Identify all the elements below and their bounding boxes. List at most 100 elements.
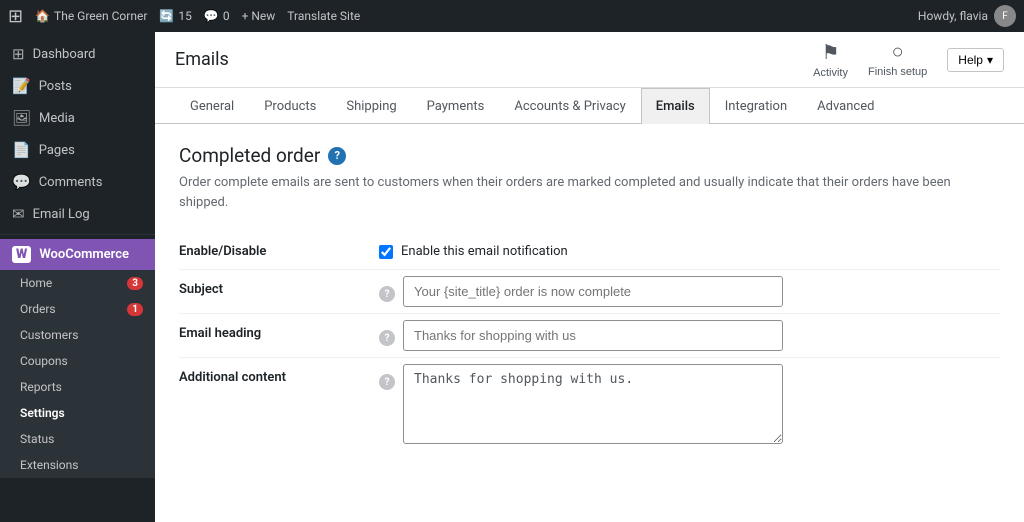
sidebar-item-comments[interactable]: 💬 Comments [0,166,155,198]
settings-label: Settings [20,406,65,420]
sidebar-item-home[interactable]: Home 3 [0,270,155,296]
sidebar-item-extensions[interactable]: Extensions [0,452,155,478]
field-cell-subject: ? [379,270,1000,314]
comments-count: 0 [223,9,230,23]
sidebar-item-reports[interactable]: Reports [0,374,155,400]
tab-general[interactable]: General [175,88,249,124]
wp-logo-icon[interactable]: ⊞ [8,6,23,27]
orders-badge: 1 [127,303,143,316]
section-title: Completed order ? [179,144,1000,167]
sidebar-item-media[interactable]: 🖼 Media [0,102,155,134]
new-link[interactable]: + New [242,9,276,23]
activity-icon: ⚑ [822,40,840,65]
updates-icon: 🔄 [159,9,174,23]
enable-email-checkbox[interactable] [379,245,393,259]
translate-label: Translate Site [287,9,360,23]
finish-setup-button[interactable]: ○ Finish setup [868,41,927,78]
tab-integration[interactable]: Integration [710,88,802,124]
section-description: Order complete emails are sent to custom… [179,173,1000,212]
sidebar: ⊞ Dashboard 📝 Posts 🖼 Media 📄 Pages 💬 Co… [0,32,155,522]
table-row: Subject ? [179,270,1000,314]
avatar[interactable]: F [994,5,1016,27]
comments-link[interactable]: 💬 0 [204,9,230,23]
subject-help-tip[interactable]: ? [379,286,395,302]
comments-icon: 💬 [204,9,219,23]
media-icon: 🖼 [12,109,31,127]
field-label-additional-content: Additional content [179,358,379,451]
sidebar-item-label: Media [39,111,75,126]
tab-shipping[interactable]: Shipping [331,88,411,124]
field-cell-email-heading: ? [379,314,1000,358]
email-heading-input[interactable] [403,320,783,351]
posts-icon: 📝 [12,77,31,95]
field-label-email-heading: Email heading [179,314,379,358]
orders-label: Orders [20,302,56,316]
section-title-text: Completed order [179,144,320,167]
tab-accounts-privacy[interactable]: Accounts & Privacy [499,88,640,124]
main-content: Emails ⚑ Activity ○ Finish setup Help ▾ … [155,32,1024,522]
site-name-link[interactable]: 🏠 The Green Corner [35,9,147,23]
reports-label: Reports [20,380,62,394]
comments-icon: 💬 [12,173,31,191]
activity-button[interactable]: ⚑ Activity [813,40,848,79]
sidebar-item-customers[interactable]: Customers [0,322,155,348]
tab-emails[interactable]: Emails [641,88,710,124]
enable-checkbox-row: Enable this email notification [379,238,1000,259]
customers-label: Customers [20,328,78,342]
email-heading-help-tip[interactable]: ? [379,330,395,346]
woo-label: WooCommerce [39,247,129,262]
settings-tabs: General Products Shipping Payments Accou… [155,88,1024,124]
woo-submenu: Home 3 Orders 1 Customers Coupons Report… [0,270,155,478]
finish-setup-label: Finish setup [868,66,927,78]
sidebar-item-email-log[interactable]: ✉ Email Log [0,198,155,230]
updates-count: 15 [178,9,192,23]
table-row: Additional content ? Thanks for shopping… [179,358,1000,451]
sidebar-item-posts[interactable]: 📝 Posts [0,70,155,102]
updates-link[interactable]: 🔄 15 [159,9,191,23]
site-name: The Green Corner [54,9,147,23]
pages-icon: 📄 [12,141,31,159]
sidebar-item-label: Posts [39,79,72,94]
finish-setup-icon: ○ [892,41,904,64]
help-label: Help [958,53,983,67]
new-label: + New [242,9,276,23]
translate-link[interactable]: Translate Site [287,9,360,23]
email-log-icon: ✉ [12,205,25,223]
sidebar-item-label: Email Log [33,207,90,222]
sidebar-item-label: Comments [39,175,103,190]
sidebar-item-label: Dashboard [33,47,96,62]
admin-bar: ⊞ 🏠 The Green Corner 🔄 15 💬 0 + New Tran… [0,0,1024,32]
tab-payments[interactable]: Payments [412,88,500,124]
sidebar-item-settings[interactable]: Settings [0,400,155,426]
settings-table: Enable/Disable Enable this email notific… [179,232,1000,450]
enable-email-label: Enable this email notification [401,244,568,259]
page-title: Emails [175,49,229,70]
additional-content-help-tip[interactable]: ? [379,374,395,390]
status-label: Status [20,432,54,446]
info-icon[interactable]: ? [328,147,346,165]
tab-advanced[interactable]: Advanced [802,88,889,124]
home-badge: 3 [127,277,143,290]
site-home-icon: 🏠 [35,9,50,23]
additional-content-textarea[interactable]: Thanks for shopping with us. [403,364,783,444]
sidebar-item-label: Pages [39,143,75,158]
content-header: Emails ⚑ Activity ○ Finish setup Help ▾ [155,32,1024,88]
sidebar-item-coupons[interactable]: Coupons [0,348,155,374]
help-button[interactable]: Help ▾ [947,48,1004,72]
field-cell-enable: Enable this email notification [379,232,1000,270]
extensions-label: Extensions [20,458,78,472]
activity-label: Activity [813,67,848,79]
tab-products[interactable]: Products [249,88,331,124]
chevron-down-icon: ▾ [987,53,993,67]
table-row: Enable/Disable Enable this email notific… [179,232,1000,270]
howdy-text: Howdy, flavia [918,9,988,23]
sidebar-item-dashboard[interactable]: ⊞ Dashboard [0,38,155,70]
home-label: Home [20,276,52,290]
sidebar-item-status[interactable]: Status [0,426,155,452]
sidebar-item-pages[interactable]: 📄 Pages [0,134,155,166]
sidebar-item-orders[interactable]: Orders 1 [0,296,155,322]
coupons-label: Coupons [20,354,68,368]
woocommerce-header[interactable]: W WooCommerce [0,239,155,270]
subject-input[interactable] [403,276,783,307]
field-label-subject: Subject [179,270,379,314]
